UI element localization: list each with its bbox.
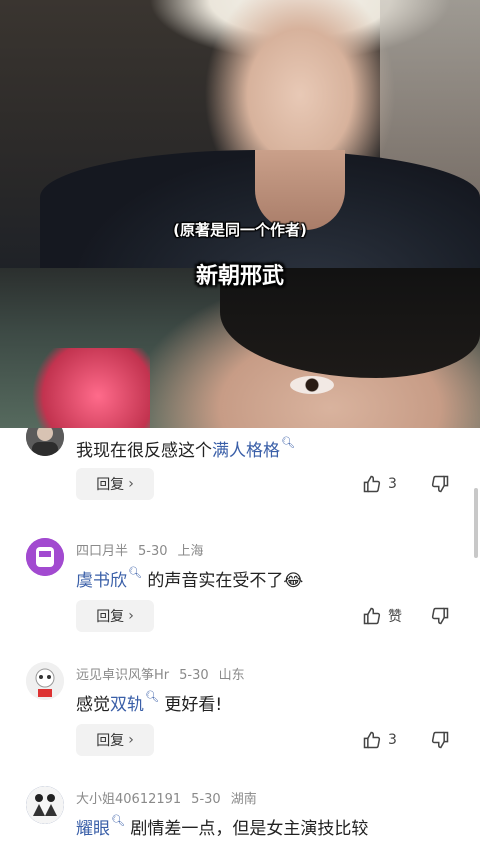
dislike-button[interactable] — [430, 730, 450, 754]
search-icon: 🔍︎ — [281, 436, 295, 449]
scrollbar[interactable] — [474, 488, 478, 558]
video-frame-bottom — [0, 268, 480, 428]
search-link[interactable]: 双轨🔍︎ — [110, 690, 159, 715]
avatar[interactable] — [26, 662, 64, 700]
thumbs-up-icon — [363, 607, 381, 625]
comment-text: 耀眼🔍︎ 剧情差一点，但是女主演技比较 — [76, 814, 369, 839]
video-player[interactable]: (原著是同一个作者) 新朝邢武 — [0, 0, 480, 428]
video-subtitle: (原著是同一个作者) — [173, 221, 307, 239]
reply-button[interactable]: 回复 › — [76, 724, 154, 756]
reply-button[interactable]: 回复 › — [76, 468, 154, 500]
comment-text: 感觉双轨🔍︎ 更好看! — [76, 690, 223, 715]
video-caption: 新朝邢武 — [195, 264, 284, 289]
comment-item: 远见卓识风筝Hr 5-30 山东 感觉双轨🔍︎ 更好看! 回复 › 3 — [0, 660, 480, 784]
avatar[interactable] — [26, 538, 64, 576]
dislike-button[interactable] — [430, 606, 450, 630]
reply-button[interactable]: 回复 › — [76, 600, 154, 632]
comment-meta: 四口月半 5-30 上海 — [76, 544, 204, 559]
chevron-right-icon: › — [128, 732, 134, 748]
chevron-right-icon: › — [128, 608, 134, 624]
search-link[interactable]: 满人格格🔍︎ — [212, 436, 295, 461]
comment-text: 虞书欣🔍︎ 的声音实在受不了😂 — [76, 566, 304, 591]
thumbs-up-icon — [363, 731, 381, 749]
comment-list[interactable]: 我现在很反感这个满人格格🔍︎ 回复 › 3 四口月半 5-30 上海 虞书欣🔍︎ 的声… — [0, 428, 480, 853]
thumbs-down-icon — [431, 607, 449, 625]
comment-meta: 大小姐40612191 5-30 湖南 — [76, 792, 257, 807]
thumbs-down-icon — [431, 731, 449, 749]
comment-item: 四口月半 5-30 上海 虞书欣🔍︎ 的声音实在受不了😂 回复 › 赞 — [0, 536, 480, 660]
search-icon: 🔍︎ — [145, 690, 159, 703]
laugh-emoji-icon: 😂 — [283, 571, 304, 591]
search-link[interactable]: 耀眼🔍︎ — [76, 814, 125, 839]
comment-item: 大小姐40612191 5-30 湖南 耀眼🔍︎ 剧情差一点，但是女主演技比较 — [0, 784, 480, 853]
comment-item: 我现在很反感这个满人格格🔍︎ 回复 › 3 — [0, 428, 480, 528]
search-link[interactable]: 虞书欣🔍︎ — [76, 566, 142, 591]
dislike-button[interactable] — [430, 474, 450, 498]
thumbs-up-icon — [363, 475, 381, 493]
search-icon: 🔍︎ — [111, 814, 125, 827]
chevron-right-icon: › — [128, 476, 134, 492]
search-icon: 🔍︎ — [128, 566, 142, 579]
like-button[interactable]: 赞 — [362, 606, 402, 626]
thumbs-down-icon — [431, 475, 449, 493]
avatar[interactable] — [26, 786, 64, 824]
comment-text: 我现在很反感这个满人格格🔍︎ — [76, 436, 295, 461]
like-button[interactable]: 3 — [362, 730, 397, 750]
comment-meta: 远见卓识风筝Hr 5-30 山东 — [76, 668, 245, 683]
like-button[interactable]: 3 — [362, 474, 397, 494]
avatar[interactable] — [26, 428, 64, 456]
